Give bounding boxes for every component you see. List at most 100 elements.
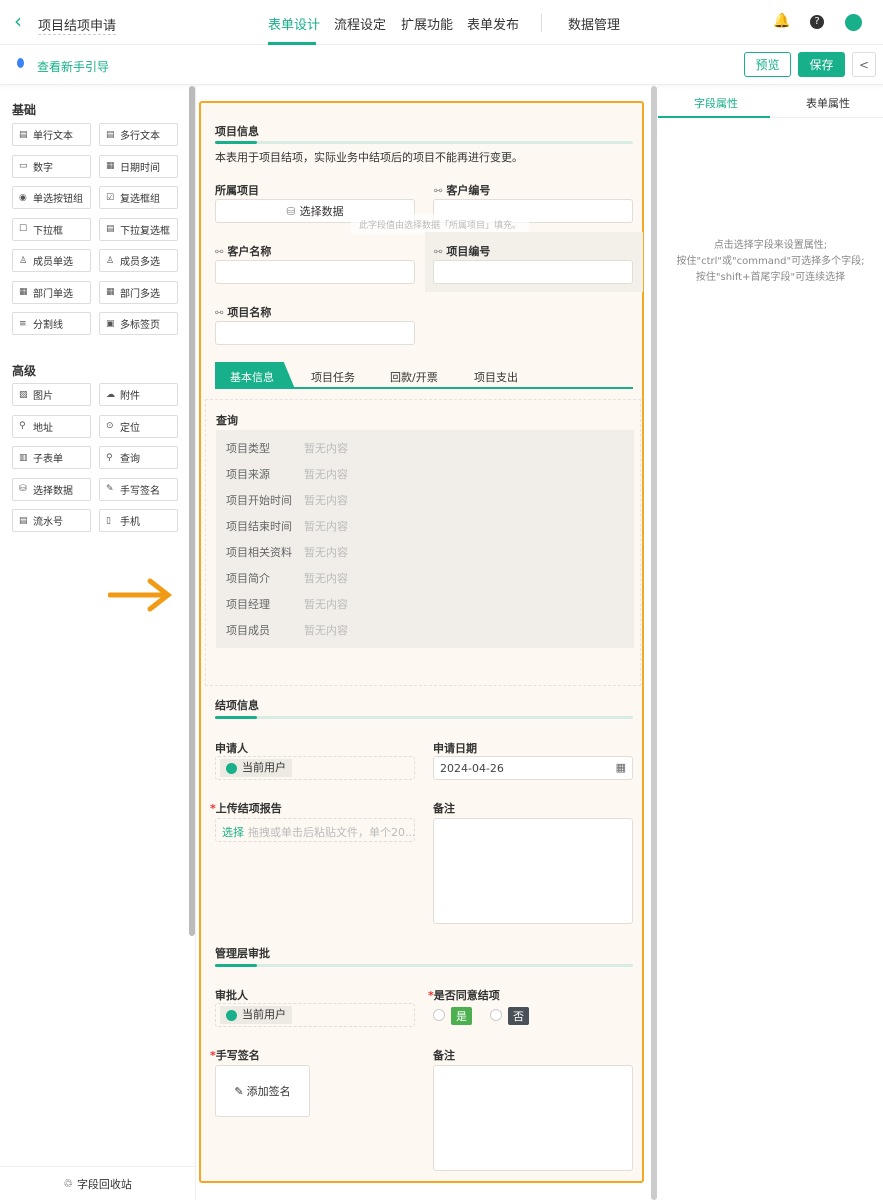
field-type-tabs[interactable]: ▣ 多标签页 (99, 312, 178, 335)
avatar[interactable] (845, 14, 862, 31)
save-button[interactable]: 保存 (798, 52, 845, 77)
field-label: ⚯ 项目编号 (434, 243, 490, 259)
tab-basic-info[interactable]: 基本信息 (215, 362, 295, 389)
field-type-pen[interactable]: ✎ 手写签名 (99, 477, 178, 501)
field-type-number[interactable]: ▭ 数字 (12, 154, 91, 178)
field-type-label: 图片 (33, 391, 53, 402)
query-label: 项目简介 (226, 572, 270, 585)
field-type-pin[interactable]: ⚲ 地址 (12, 414, 91, 438)
upload-field[interactable]: 选择 拖拽或单击后粘贴文件，单个20... (215, 818, 415, 842)
field-type-query[interactable]: ⚲ 查询 (99, 446, 178, 469)
recycle-bin-button[interactable]: ♲ 字段回收站 (0, 1166, 195, 1200)
section-underline (215, 964, 633, 967)
link-icon: ⚯ (215, 308, 224, 319)
tab-expenses[interactable]: 项目支出 (474, 369, 518, 385)
tab-field-props[interactable]: 字段属性 (694, 95, 738, 111)
guide-link[interactable]: 查看新手引导 (37, 58, 109, 75)
field-type-text[interactable]: ▤ 单行文本 (12, 123, 91, 146)
tab-extensions[interactable]: 扩展功能 (401, 14, 453, 33)
tab-data-management[interactable]: 数据管理 (568, 14, 620, 33)
applicant-field[interactable]: 当前用户 (215, 756, 415, 780)
upload-select-link[interactable]: 选择 (222, 826, 244, 839)
field-type-radio[interactable]: ◉ 单选按钮组 (12, 186, 91, 209)
field-type-checkbox[interactable]: ☑ 复选框组 (99, 186, 178, 209)
field-type-users[interactable]: ♙ 成员多选 (99, 249, 178, 272)
image-icon: ▨ (19, 389, 28, 400)
empty-value: 暂无内容 (304, 442, 348, 455)
back-chevron-icon[interactable]: ‹ (14, 9, 22, 33)
field-type-multi-dropdown[interactable]: ▤ 下拉复选框 (99, 217, 178, 241)
canvas-scrollbar[interactable] (651, 86, 657, 1200)
depts-icon: ▦ (106, 287, 115, 297)
query-row: 项目相关资料 暂无内容 (226, 544, 348, 560)
tab-payments[interactable]: 回款/开票 (390, 369, 438, 385)
top-header: ‹ 项目结项申请 表单设计 流程设定 扩展功能 表单发布 数据管理 🔔 ? (0, 0, 883, 45)
remark-textarea[interactable] (433, 818, 633, 924)
query-row: 项目结束时间 暂无内容 (226, 518, 348, 534)
project-no-input[interactable] (433, 260, 633, 284)
tab-flow[interactable]: 流程设定 (334, 14, 386, 33)
apply-date-input[interactable]: 2024-04-26 ▦ (433, 756, 633, 780)
tab-publish[interactable]: 表单发布 (467, 14, 519, 33)
form-title[interactable]: 项目结项申请 (38, 15, 117, 35)
users-icon: ♙ (106, 255, 115, 266)
option-yes[interactable]: 是 (451, 1007, 472, 1025)
field-type-label: 选择数据 (33, 485, 73, 497)
query-label: 项目成员 (226, 624, 270, 637)
field-type-locate[interactable]: ⊙ 定位 (99, 414, 178, 438)
hint-line: 按住"shift+首尾字段"可连续选择 (695, 272, 846, 283)
option-no[interactable]: 否 (508, 1007, 529, 1025)
section-title: 项目信息 (215, 125, 259, 138)
field-type-subform[interactable]: ▥ 子表单 (12, 446, 91, 469)
query-label: 项目相关资料 (226, 546, 292, 559)
field-type-depts[interactable]: ▦ 部门多选 (99, 280, 178, 304)
tab-form-design[interactable]: 表单设计 (268, 14, 320, 33)
pen-icon: ✎ (106, 484, 114, 494)
field-type-serial[interactable]: ▤ 流水号 (12, 509, 91, 532)
query-row: 项目简介 暂无内容 (226, 570, 348, 586)
link-icon: ⚯ (434, 186, 443, 197)
link-icon: ⚯ (215, 247, 224, 258)
bell-icon[interactable]: 🔔 (773, 13, 790, 29)
tabs-icon: ▣ (106, 318, 115, 329)
add-signature-button[interactable]: ✎ 添加签名 (215, 1065, 310, 1117)
field-label: 所属项目 (215, 184, 259, 197)
radio-no[interactable] (490, 1009, 502, 1021)
radio-yes[interactable] (433, 1009, 445, 1021)
field-type-label: 单行文本 (33, 131, 73, 142)
field-type-label: 下拉框 (33, 225, 63, 237)
field-type-dept[interactable]: ▦ 部门单选 (12, 280, 91, 304)
field-type-dropdown[interactable]: ☐ 下拉框 (12, 217, 91, 241)
help-icon[interactable]: ? (810, 15, 824, 29)
query-panel: 项目类型 暂无内容 项目来源 暂无内容 项目开始时间 暂无内容 项目结束时间 暂无内容 项目相关… (216, 430, 634, 648)
field-type-upload[interactable]: ☁ 附件 (99, 383, 178, 406)
customer-name-input[interactable] (215, 260, 415, 284)
project-name-input[interactable] (215, 321, 415, 345)
section-title: 结项信息 (215, 699, 259, 712)
field-type-image[interactable]: ▨ 图片 (12, 383, 91, 406)
field-type-label: 查询 (120, 454, 140, 465)
label-text: 手写签名 (215, 1049, 260, 1062)
remark-textarea-2[interactable] (433, 1065, 633, 1171)
field-type-database[interactable]: ⛁ 选择数据 (12, 477, 91, 501)
field-type-phone[interactable]: ▯ 手机 (99, 509, 178, 532)
field-type-divider[interactable]: ≡ 分割线 (12, 312, 91, 335)
user-icon: ♙ (19, 255, 28, 266)
field-type-textarea[interactable]: ▤ 多行文本 (99, 123, 178, 146)
share-icon[interactable]: < (852, 52, 876, 77)
field-type-label: 地址 (33, 422, 53, 434)
recycle-label: 字段回收站 (76, 1177, 132, 1191)
advanced-section-title: 高级 (12, 364, 37, 378)
approver-field[interactable]: 当前用户 (215, 1003, 415, 1027)
locate-icon: ⊙ (106, 421, 114, 431)
hint-line: 按住"ctrl"或"command"可选择多个字段; (676, 256, 865, 267)
field-label: 备注 (433, 1049, 455, 1062)
tab-project-tasks[interactable]: 项目任务 (311, 369, 355, 385)
query-label: 项目类型 (226, 442, 270, 455)
field-type-label: 多标签页 (120, 320, 160, 331)
field-type-user[interactable]: ♙ 成员单选 (12, 249, 91, 272)
field-type-calendar[interactable]: ▦ 日期时间 (99, 154, 178, 178)
tab-form-props[interactable]: 表单属性 (806, 95, 850, 111)
preview-button[interactable]: 预览 (744, 52, 791, 77)
sidebar-scrollbar[interactable] (189, 86, 195, 936)
